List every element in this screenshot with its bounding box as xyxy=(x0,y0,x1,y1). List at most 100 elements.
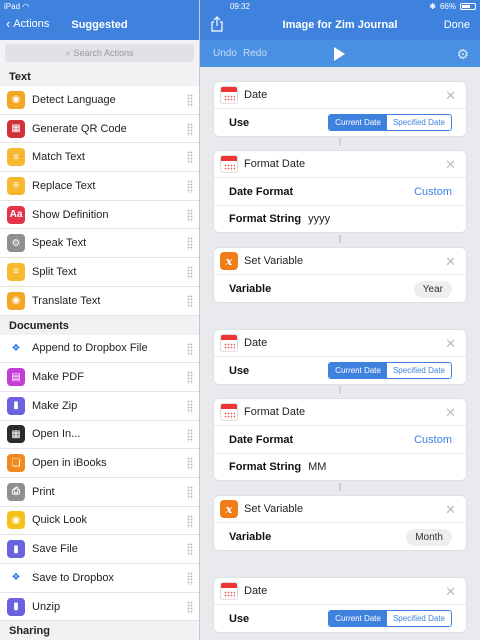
action-title: Format Date xyxy=(244,406,306,418)
action-list-item[interactable]: Aa Show Definition xyxy=(0,200,199,230)
section-header: Documents xyxy=(0,315,199,335)
action-label: Split Text xyxy=(32,265,77,278)
format-date-card[interactable]: Format Date ✕ Date Format Custom Format … xyxy=(213,150,467,233)
action-list-item[interactable]: ▦ Open In... xyxy=(0,420,199,450)
variable-name-pill[interactable]: Month xyxy=(406,529,452,546)
action-list-item[interactable]: ▮ Make Zip xyxy=(0,391,199,421)
search-input[interactable]: ⌕ Search Actions xyxy=(5,44,194,62)
done-button[interactable]: Done xyxy=(444,19,470,31)
drag-handle-icon[interactable] xyxy=(187,94,193,107)
drag-handle-icon[interactable] xyxy=(187,514,193,528)
action-list-item[interactable]: ⚙ Speak Text xyxy=(0,229,199,259)
workflow-panel: Image for Zim Journal Done Undo Redo ⚙ D… xyxy=(200,0,480,640)
action-list: Text ◉ Detect Language ▦ Generate QR Code ≡ Ma… xyxy=(0,67,199,640)
drag-handle-icon[interactable] xyxy=(187,371,193,385)
drag-handle-icon[interactable] xyxy=(187,122,193,136)
close-icon[interactable]: ✕ xyxy=(445,405,456,421)
redo-button[interactable]: Redo xyxy=(243,48,267,59)
date-format-value[interactable]: Custom xyxy=(414,186,452,198)
close-icon[interactable]: ✕ xyxy=(445,157,456,173)
drag-handle-icon[interactable] xyxy=(187,428,193,442)
qr-code-icon: ▦ xyxy=(7,119,25,138)
battery-percent: 66% xyxy=(439,2,456,11)
dropbox-icon: ❖ xyxy=(7,568,25,587)
drag-handle-icon[interactable] xyxy=(187,294,193,308)
action-list-item[interactable]: ◉ Quick Look xyxy=(0,506,199,536)
use-label: Use xyxy=(229,612,250,625)
gear-icon[interactable]: ⚙ xyxy=(456,46,469,63)
drag-handle-icon[interactable] xyxy=(187,237,193,251)
close-icon[interactable]: ✕ xyxy=(445,88,456,104)
text-doc-icon: ≡ xyxy=(7,148,25,167)
set-variable-card[interactable]: x Set Variable ✕ Variable Year xyxy=(213,247,467,303)
date-format-value[interactable]: Custom xyxy=(414,434,452,446)
close-icon[interactable]: ✕ xyxy=(445,584,456,600)
action-title: Date xyxy=(244,337,268,349)
use-label: Use xyxy=(229,116,250,129)
action-label: Open in iBooks xyxy=(32,457,107,470)
drag-handle-icon[interactable] xyxy=(187,266,193,280)
drag-handle-icon[interactable] xyxy=(187,151,193,165)
drag-handle-icon[interactable] xyxy=(187,600,193,614)
date-action-card[interactable]: Date ✕ Use Current Date Specified Date xyxy=(213,577,467,633)
current-date-option[interactable]: Current Date xyxy=(329,115,387,130)
set-variable-card[interactable]: x Set Variable ✕ Variable Month xyxy=(213,495,467,551)
globe-icon: ◉ xyxy=(7,90,25,109)
variable-name-pill[interactable]: Year xyxy=(413,281,452,298)
date-format-label: Date Format xyxy=(229,433,294,446)
close-icon[interactable]: ✕ xyxy=(445,502,456,518)
undo-button[interactable]: Undo xyxy=(213,48,237,59)
drag-handle-icon[interactable] xyxy=(187,572,193,585)
format-date-card[interactable]: Format Date ✕ Date Format Custom Format … xyxy=(213,398,467,481)
action-list-item[interactable]: ❖ Save to Dropbox xyxy=(0,564,199,593)
workflow-canvas: Date ✕ Use Current Date Specified Date F… xyxy=(200,67,480,640)
calendar-icon xyxy=(220,334,238,352)
play-icon[interactable] xyxy=(334,47,345,61)
flow-connector xyxy=(339,483,341,491)
action-list-item[interactable]: ▮ Save File xyxy=(0,535,199,564)
action-label: Translate Text xyxy=(32,294,101,307)
action-list-item[interactable]: ≡ Match Text xyxy=(0,143,199,173)
variable-icon: x xyxy=(220,500,238,518)
format-string-field[interactable]: yyyy xyxy=(308,213,330,225)
action-list-item[interactable]: ▦ Generate QR Code xyxy=(0,114,199,144)
close-icon[interactable]: ✕ xyxy=(445,336,456,352)
drag-handle-icon[interactable] xyxy=(187,208,193,222)
action-label: Match Text xyxy=(32,151,85,164)
text-doc-icon: ≡ xyxy=(7,176,25,195)
action-list-item[interactable]: ⎙ Print xyxy=(0,477,199,507)
action-label: Replace Text xyxy=(32,179,96,192)
status-bar: iPad ◠ 09:32 ✱ 66% xyxy=(0,0,480,13)
close-icon[interactable]: ✕ xyxy=(445,254,456,270)
action-list-item[interactable]: ≡ Replace Text xyxy=(0,172,199,201)
action-list-item[interactable]: ▤ Make PDF xyxy=(0,363,199,392)
drag-handle-icon[interactable] xyxy=(187,180,193,194)
variable-icon: x xyxy=(220,252,238,270)
current-date-option[interactable]: Current Date xyxy=(329,363,387,378)
action-list-item[interactable]: ❖ Append to Dropbox File xyxy=(0,334,199,364)
variable-label: Variable xyxy=(229,282,272,295)
current-date-option[interactable]: Current Date xyxy=(329,611,387,626)
drag-handle-icon[interactable] xyxy=(187,342,193,356)
specified-date-option[interactable]: Specified Date xyxy=(386,363,451,378)
text-doc-icon: ≡ xyxy=(7,262,25,281)
specified-date-option[interactable]: Specified Date xyxy=(386,611,451,626)
date-action-card[interactable]: Date ✕ Use Current Date Specified Date xyxy=(213,81,467,137)
action-list-item[interactable]: ▮ Unzip xyxy=(0,592,199,622)
action-list-item[interactable]: ◉ Translate Text xyxy=(0,286,199,316)
format-string-field[interactable]: MM xyxy=(308,461,326,473)
drag-handle-icon[interactable] xyxy=(187,457,193,471)
action-list-item[interactable]: ❏ Open in iBooks xyxy=(0,449,199,478)
dropbox-icon: ❖ xyxy=(7,339,25,358)
drag-handle-icon[interactable] xyxy=(187,543,193,557)
specified-date-option[interactable]: Specified Date xyxy=(386,115,451,130)
action-list-item[interactable]: ≡ Split Text xyxy=(0,258,199,287)
action-label: Show Definition xyxy=(32,208,109,221)
action-list-item[interactable]: ◉ Detect Language xyxy=(0,86,199,115)
flow-connector xyxy=(339,138,341,146)
use-label: Use xyxy=(229,364,250,377)
drag-handle-icon[interactable] xyxy=(187,399,193,413)
date-action-card[interactable]: Date ✕ Use Current Date Specified Date xyxy=(213,329,467,385)
drag-handle-icon[interactable] xyxy=(187,485,193,499)
pdf-icon: ▤ xyxy=(7,368,25,387)
